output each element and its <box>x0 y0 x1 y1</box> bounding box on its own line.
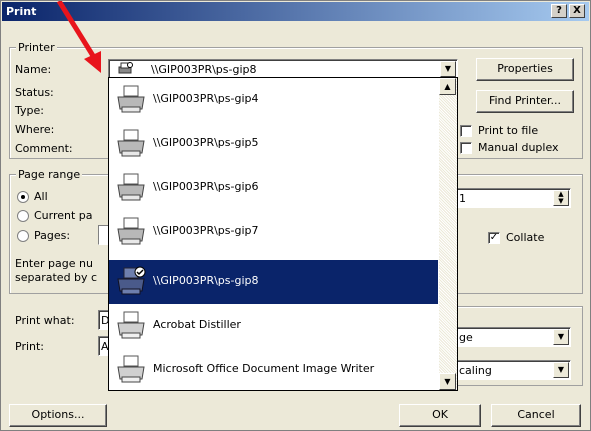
radio-all-label: All <box>34 190 48 203</box>
manual-duplex-label: Manual duplex <box>478 141 559 154</box>
printer-dropdown-list: \\GIP003PR\ps-gip4 \\GIP003PR\ps-gip5 \\… <box>108 77 458 391</box>
copies-count-input[interactable]: 1 ▲ ▼ <box>456 188 571 208</box>
find-printer-button[interactable]: Find Printer... <box>476 90 574 113</box>
cancel-button[interactable]: Cancel <box>491 404 581 427</box>
scroll-up-button[interactable]: ▲ <box>439 78 456 95</box>
dropdown-scrollbar[interactable]: ▲ ▼ <box>439 78 457 390</box>
radio-pages[interactable] <box>17 230 29 242</box>
radio-pages-label: Pages: <box>34 229 71 242</box>
list-item-label: \\GIP003PR\ps-gip6 <box>153 180 259 193</box>
printer-name-value: \\GIP003PR\ps-gip8 <box>151 63 257 76</box>
list-item-label: \\GIP003PR\ps-gip4 <box>153 92 259 105</box>
list-item-label: Acrobat Distiller <box>153 318 241 331</box>
chevron-down-icon[interactable]: ▼ <box>440 61 456 77</box>
help-button[interactable]: ? <box>551 4 567 18</box>
printer-icon <box>117 129 145 157</box>
list-item-selected[interactable]: \\GIP003PR\ps-gip8 <box>109 260 438 304</box>
list-item[interactable]: \\GIP003PR\ps-gip4 <box>109 78 438 122</box>
type-label: Type: <box>15 104 44 117</box>
radio-current-label: Current pa <box>34 209 93 222</box>
page-range-hint-line1: Enter page nu <box>15 257 93 270</box>
page-range-hint-line2: separated by c <box>15 271 98 284</box>
list-item-label: \\GIP003PR\ps-gip8 <box>153 274 259 287</box>
printer-icon <box>117 85 145 113</box>
printer-group-label: Printer <box>16 41 57 54</box>
printer-name-select[interactable]: \\GIP003PR\ps-gip8 ▼ <box>108 59 458 79</box>
options-button[interactable]: Options... <box>9 404 107 427</box>
list-item[interactable]: \\GIP003PR\ps-gip7 <box>109 210 438 254</box>
printer-icon <box>118 62 133 74</box>
status-label: Status: <box>15 86 54 99</box>
list-item-label: Microsoft Office Document Image Writer <box>153 362 375 375</box>
ok-button[interactable]: OK <box>399 404 481 427</box>
copies-count-value: 1 <box>459 192 466 205</box>
scroll-down-button[interactable]: ▼ <box>439 373 456 390</box>
default-printer-icon <box>117 266 146 295</box>
print-to-file-checkbox[interactable] <box>460 125 472 137</box>
collate-label: Collate <box>506 231 545 244</box>
pages-per-sheet-value: ge <box>459 331 473 344</box>
printer-icon <box>117 173 145 201</box>
list-item[interactable]: \\GIP003PR\ps-gip5 <box>109 122 438 166</box>
list-item[interactable]: Microsoft Office Document Image Writer <box>109 348 438 392</box>
chevron-down-icon[interactable]: ▼ <box>553 362 569 378</box>
properties-button[interactable]: Properties <box>476 58 574 81</box>
manual-duplex-checkbox[interactable] <box>460 142 472 154</box>
comment-label: Comment: <box>15 142 73 155</box>
print-to-file-label: Print to file <box>478 124 539 137</box>
scale-value: caling <box>459 364 492 377</box>
collate-checkbox[interactable]: ✓ <box>488 232 500 244</box>
print-label: Print: <box>15 340 45 353</box>
radio-current-page[interactable] <box>17 210 29 222</box>
list-item[interactable]: \\GIP003PR\ps-gip6 <box>109 166 438 210</box>
list-item-label: \\GIP003PR\ps-gip7 <box>153 224 259 237</box>
printer-icon <box>117 311 145 339</box>
annotation-arrow <box>57 1 101 73</box>
close-button[interactable]: X <box>569 4 585 18</box>
printer-icon <box>117 217 145 245</box>
copies-spinner[interactable]: ▲ ▼ <box>553 190 569 206</box>
name-label: Name: <box>15 63 52 76</box>
list-item[interactable]: Acrobat Distiller <box>109 304 438 348</box>
print-what-label: Print what: <box>15 314 75 327</box>
print-dialog: Print ? X Printer Name: Status: Type: Wh… <box>0 0 591 431</box>
chevron-down-icon[interactable]: ▼ <box>553 329 569 345</box>
list-item-label: \\GIP003PR\ps-gip5 <box>153 136 259 149</box>
where-label: Where: <box>15 123 55 136</box>
printer-icon <box>117 355 145 383</box>
page-range-group-label: Page range <box>16 168 83 181</box>
window-title: Print <box>6 5 37 18</box>
radio-all[interactable] <box>17 191 29 203</box>
pages-per-sheet-select[interactable]: ge ▼ <box>456 327 571 347</box>
scale-select[interactable]: caling ▼ <box>456 360 571 380</box>
